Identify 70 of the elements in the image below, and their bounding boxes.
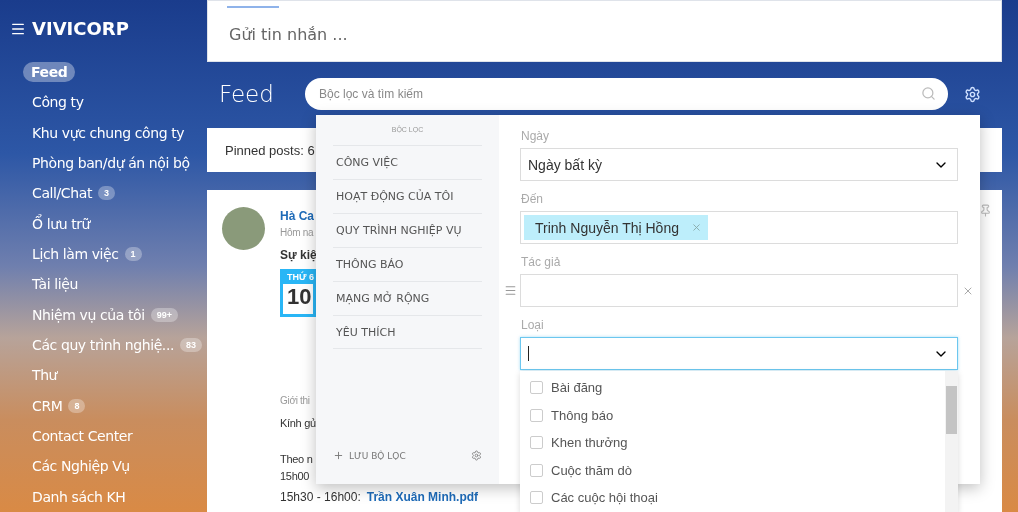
checkbox[interactable] xyxy=(530,408,543,422)
count-badge: 8 xyxy=(68,398,86,413)
dropdown-field[interactable]: Ngày bất kỳ xyxy=(520,148,958,181)
file-link[interactable]: Trần Xuân Minh.pdf xyxy=(366,490,479,504)
scrollbar[interactable] xyxy=(945,371,958,512)
dropdown-field[interactable] xyxy=(520,337,958,370)
preset-item[interactable]: CÔNG VIỆC xyxy=(333,145,482,179)
avatar xyxy=(222,207,265,250)
option-label: Thông báo xyxy=(551,407,614,423)
brand-name: VIVICORP xyxy=(32,18,129,40)
option-label: Các cuộc hội thoại xyxy=(551,490,658,506)
nav-item[interactable]: Phòng ban/dự án nội bộ xyxy=(32,155,190,171)
post-time: Hôm na xyxy=(280,227,314,238)
pinned-count[interactable]: Pinned posts: 6 xyxy=(225,142,315,158)
body-text: 15h00 xyxy=(280,470,311,482)
post-title: Sự kiệ xyxy=(280,248,314,262)
nav-item[interactable]: Lịch làm việc xyxy=(32,246,119,263)
field-label: Tác giả xyxy=(521,255,562,269)
nav-item[interactable]: Khu vực chung công ty xyxy=(32,124,185,141)
scrollbar-thumb[interactable] xyxy=(946,386,957,434)
option-label: Khen thưởng xyxy=(551,435,628,451)
preset-item[interactable]: THÔNG BÁO xyxy=(333,247,482,281)
option-item[interactable]: Bài đăng xyxy=(520,374,944,402)
option-item[interactable]: Các cuộc hội thoại xyxy=(520,484,944,512)
search-icon[interactable] xyxy=(921,86,936,101)
close-icon[interactable] xyxy=(962,285,974,297)
field-label: Ngày xyxy=(521,129,550,143)
count-badge: 1 xyxy=(124,247,142,262)
close-icon[interactable] xyxy=(690,222,702,233)
preset-item[interactable]: HOẠT ĐỘNG CỦA TÔI xyxy=(333,179,482,213)
option-item[interactable]: Cuộc thăm dò xyxy=(520,456,944,484)
nav-item[interactable]: Ổ lưu trữ xyxy=(32,215,91,232)
checkbox[interactable] xyxy=(530,463,543,477)
text-cursor xyxy=(528,346,529,361)
tab-indicator xyxy=(227,6,279,8)
nav-item[interactable]: Call/Chat xyxy=(32,185,92,202)
pin-icon[interactable] xyxy=(979,204,992,217)
search-field[interactable]: Bộc lọc và tìm kiếm xyxy=(305,78,948,110)
intro-text: Giới thi xyxy=(280,395,311,406)
option-item[interactable]: Khen thưởng xyxy=(520,429,944,457)
field-label: Loại xyxy=(521,318,545,332)
page-title: Feed xyxy=(219,81,275,107)
checkbox[interactable] xyxy=(530,436,543,450)
preset-item[interactable]: YÊU THÍCH xyxy=(333,315,482,349)
calendar-weekday: THỨ 6 xyxy=(283,272,313,284)
plus-icon xyxy=(333,450,344,461)
save-filter-button[interactable]: LƯU BỘ LỌC xyxy=(333,450,406,461)
count-badge: 83 xyxy=(180,338,203,353)
input-field[interactable]: Trinh Nguyễn Thị Hồng xyxy=(520,211,958,244)
time-range: 15h30 - 16h00: xyxy=(280,490,361,504)
greeting-text: Kính gủ xyxy=(280,417,314,429)
checkbox[interactable] xyxy=(530,491,543,505)
count-badge: 3 xyxy=(97,186,115,201)
input-field[interactable] xyxy=(520,274,958,307)
body-text: Theo n xyxy=(280,453,314,465)
nav-item[interactable]: Feed xyxy=(23,62,76,82)
preset-item[interactable]: MẠNG MỞ RỘNG xyxy=(333,281,482,315)
checkbox[interactable] xyxy=(530,381,543,395)
option-label: Bài đăng xyxy=(551,380,603,396)
tag-label: Trinh Nguyễn Thị Hồng xyxy=(535,219,679,236)
preset-item[interactable]: QUY TRÌNH NGHIỆP VỤ xyxy=(333,213,482,247)
option-label: Cuộc thăm dò xyxy=(551,462,632,478)
field-label: Đến xyxy=(521,192,544,206)
author-link[interactable]: Hà Ca xyxy=(280,209,314,223)
count-badge: 99+ xyxy=(150,307,178,322)
nav-item[interactable]: Công ty xyxy=(32,94,84,111)
field-value: Ngày bất kỳ xyxy=(528,156,603,173)
calendar-day: 10 xyxy=(283,284,313,310)
drag-handle-icon[interactable] xyxy=(504,284,517,297)
option-item[interactable]: Thông báo xyxy=(520,401,944,429)
